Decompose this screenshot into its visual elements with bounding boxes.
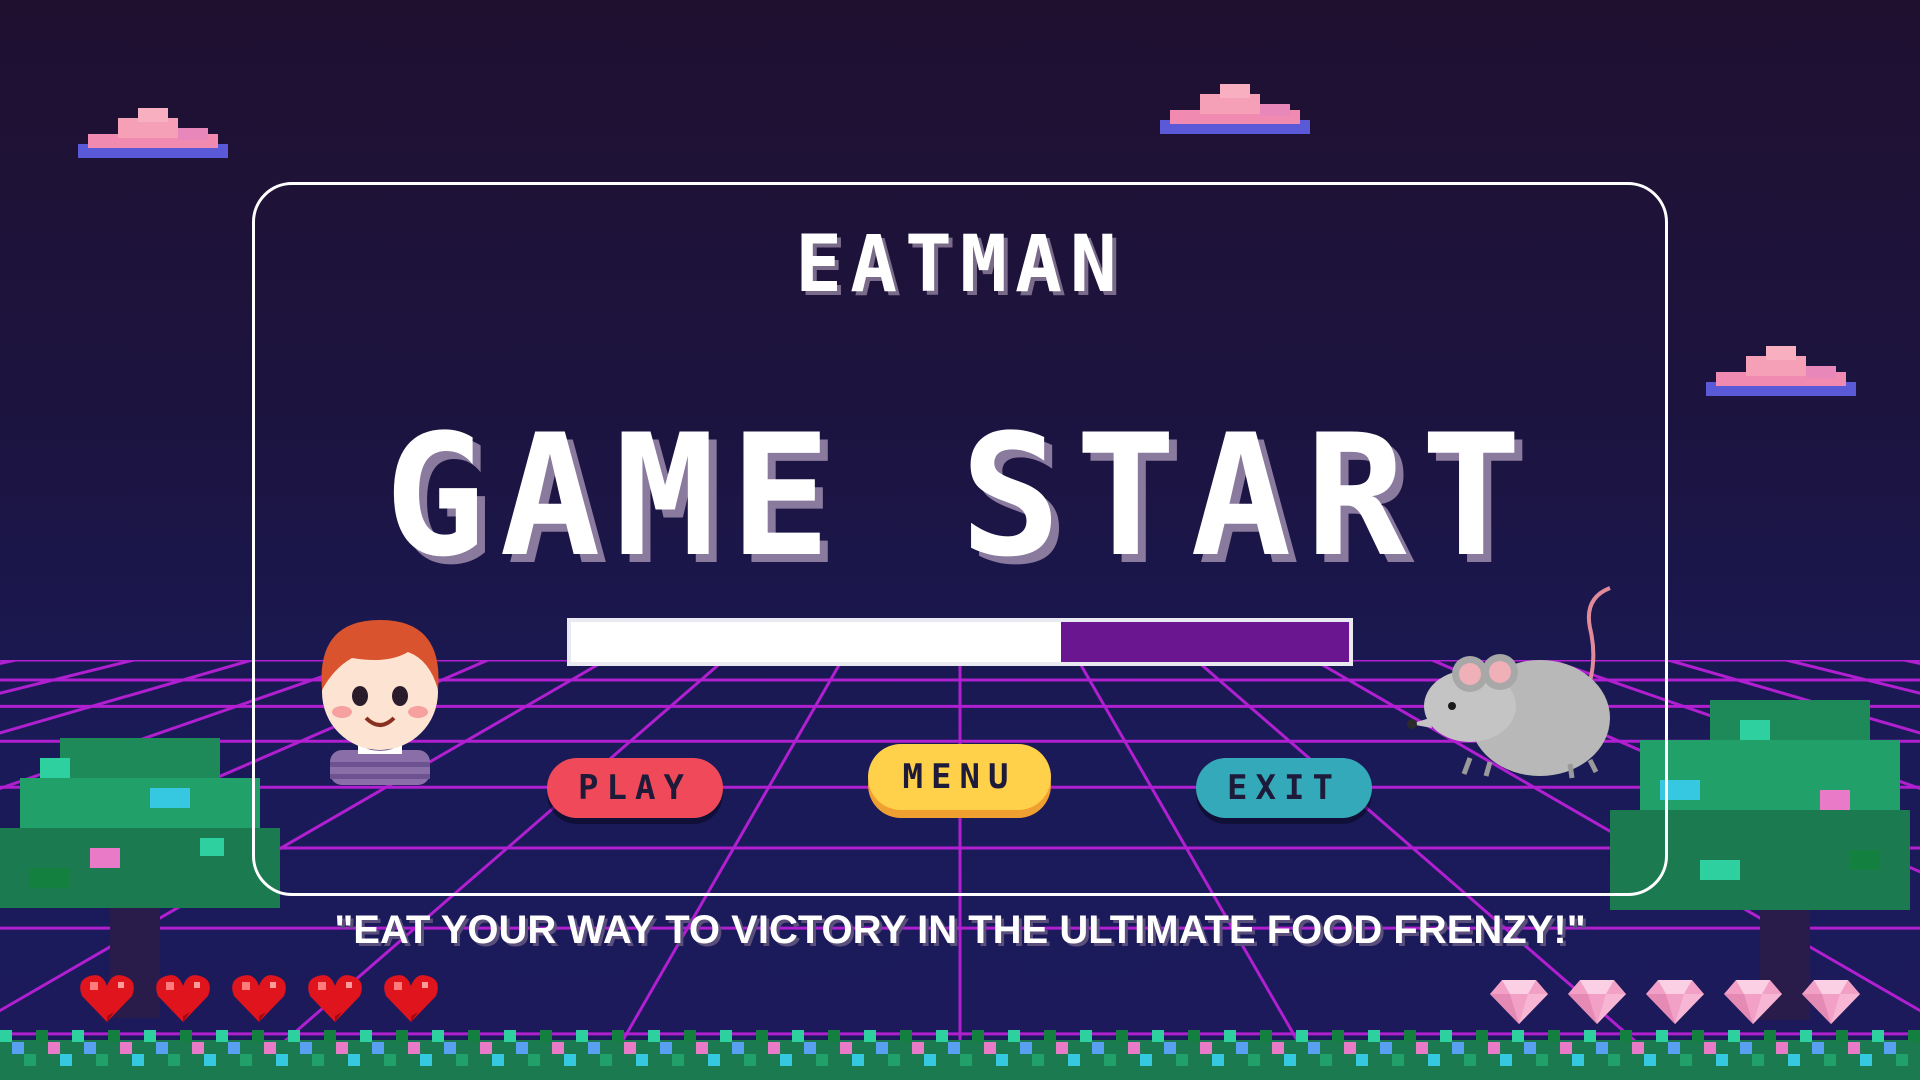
exit-button[interactable]: EXIT [1196, 758, 1372, 818]
gem-icon [1800, 978, 1862, 1026]
menu-button[interactable]: MENU [868, 744, 1051, 810]
gem-counter [1488, 978, 1862, 1026]
loading-progress-bar [567, 618, 1353, 666]
cloud-icon [1706, 346, 1856, 396]
gem-icon [1488, 978, 1550, 1026]
boy-character [321, 620, 439, 785]
game-logo: EATMAN [795, 220, 1125, 310]
play-button[interactable]: PLAY [547, 758, 723, 818]
gem-icon [1644, 978, 1706, 1026]
cloud-icon [78, 108, 228, 158]
lives-hearts [78, 972, 440, 1024]
mouse-character [1407, 586, 1611, 779]
gem-icon [1566, 978, 1628, 1026]
heart-icon [306, 972, 364, 1024]
tagline: "EAT YOUR WAY TO VICTORY IN THE ULTIMATE… [334, 908, 1586, 952]
loading-progress-fill [571, 622, 1062, 662]
cloud-icon [1160, 84, 1310, 134]
heart-icon [78, 972, 136, 1024]
heart-icon [154, 972, 212, 1024]
game-start-heading: GAME START [384, 398, 1536, 594]
ground [0, 1030, 1920, 1080]
heart-icon [230, 972, 288, 1024]
heart-icon [382, 972, 440, 1024]
gem-icon [1722, 978, 1784, 1026]
